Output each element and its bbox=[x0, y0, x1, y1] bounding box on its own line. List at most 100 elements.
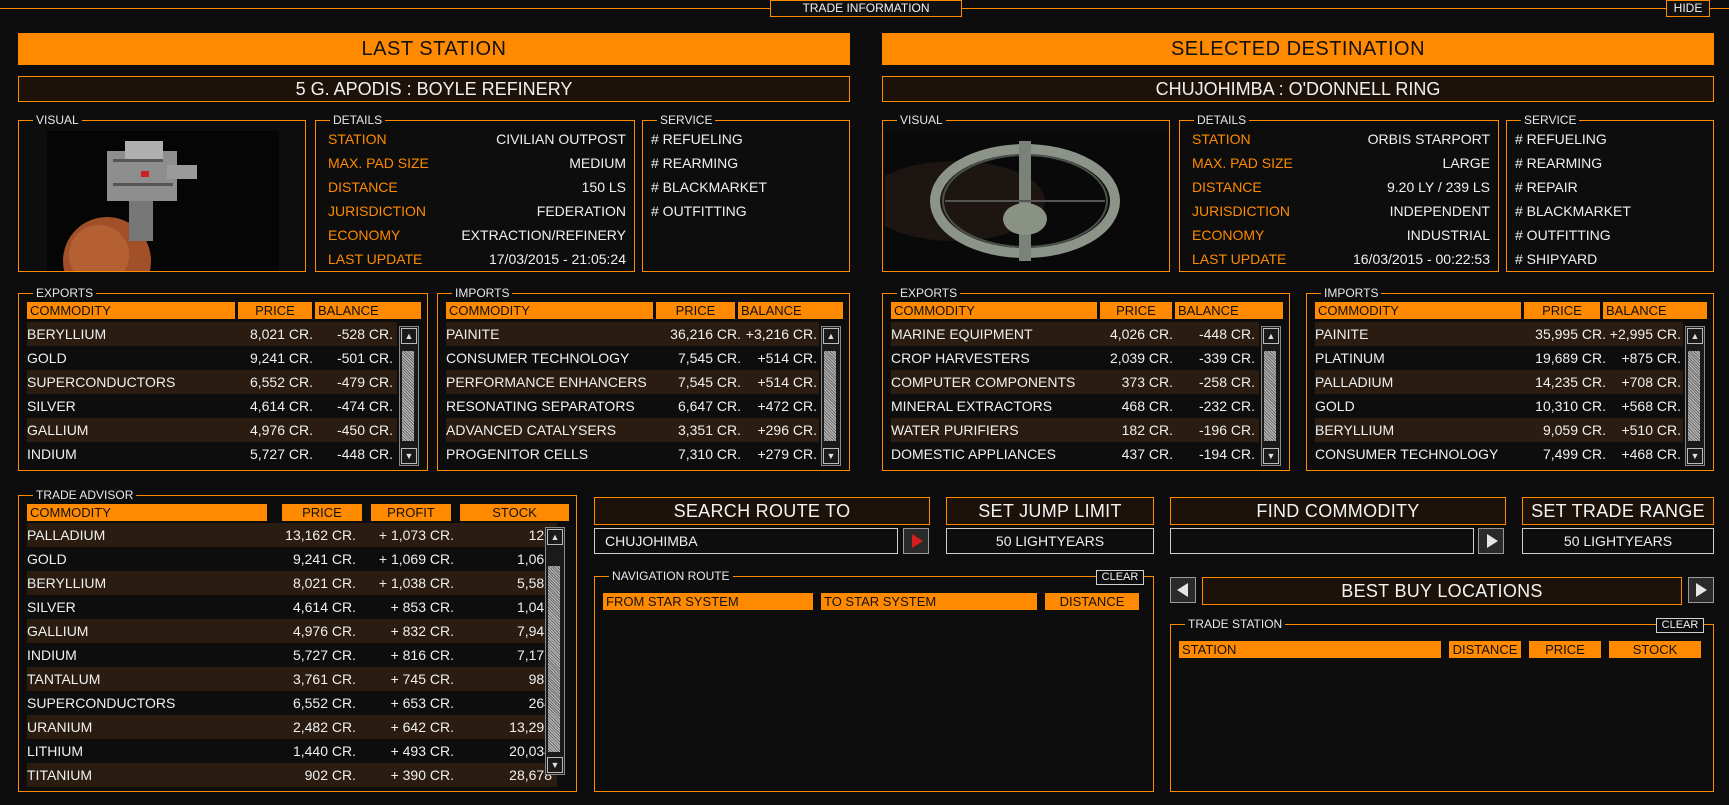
exports-scrollbar[interactable]: ▲ ▼ bbox=[399, 326, 419, 466]
find-commodity-go-button[interactable] bbox=[1478, 528, 1504, 554]
jump-limit-input[interactable]: 50 LIGHTYEARS bbox=[946, 528, 1154, 554]
detail-row-station: STATION CIVILIAN OUTPOST bbox=[328, 131, 626, 147]
last-station-header: LAST STATION bbox=[18, 33, 850, 65]
details-label: DETAILS bbox=[330, 113, 386, 127]
imports-label: IMPORTS bbox=[452, 286, 513, 300]
table-row[interactable]: PERFORMANCE ENHANCERS 7,545 CR. +514 CR. bbox=[446, 370, 819, 394]
service-item: # OUTFITTING bbox=[651, 203, 747, 219]
table-row[interactable]: URANIUM 2,482 CR. + 642 CR. 13,292 bbox=[27, 715, 557, 739]
window-title: TRADE INFORMATION bbox=[770, 0, 962, 17]
table-row[interactable]: GOLD 10,310 CR. +568 CR. bbox=[1315, 394, 1683, 418]
exports-label: EXPORTS bbox=[33, 286, 97, 300]
detail-row-station: STATION ORBIS STARPORT bbox=[1192, 131, 1490, 147]
table-row[interactable]: GALLIUM 4,976 CR. -450 CR. bbox=[27, 418, 397, 442]
table-row[interactable]: MARINE EQUIPMENT 4,026 CR. -448 CR. bbox=[891, 322, 1259, 346]
service-item: # BLACKMARKET bbox=[651, 179, 767, 195]
service-item: # SHIPYARD bbox=[1515, 251, 1598, 267]
scroll-down-icon[interactable]: ▼ bbox=[401, 448, 417, 464]
scroll-up-icon[interactable]: ▲ bbox=[547, 529, 563, 545]
set-jump-limit-button[interactable]: SET JUMP LIMIT bbox=[946, 497, 1154, 525]
table-row[interactable]: DOMESTIC APPLIANCES 437 CR. -194 CR. bbox=[891, 442, 1259, 466]
exports-label: EXPORTS bbox=[897, 286, 961, 300]
table-row[interactable]: PLATINUM 19,689 CR. +875 CR. bbox=[1315, 346, 1683, 370]
scroll-down-icon[interactable]: ▼ bbox=[547, 757, 563, 773]
table-row[interactable]: MINERAL EXTRACTORS 468 CR. -232 CR. bbox=[891, 394, 1259, 418]
table-row[interactable]: SILVER 4,614 CR. -474 CR. bbox=[27, 394, 397, 418]
exports-scrollbar[interactable]: ▲ ▼ bbox=[1261, 326, 1281, 466]
service-label: SERVICE bbox=[1521, 113, 1580, 127]
scroll-thumb[interactable] bbox=[1688, 351, 1700, 441]
scroll-thumb[interactable] bbox=[548, 566, 560, 752]
imports-scrollbar[interactable]: ▲ ▼ bbox=[1685, 326, 1705, 466]
table-row[interactable]: CONSUMER TECHNOLOGY 7,545 CR. +514 CR. bbox=[446, 346, 819, 370]
service-item: # REARMING bbox=[651, 155, 739, 171]
imports-scrollbar[interactable]: ▲ ▼ bbox=[821, 326, 841, 466]
table-row[interactable]: CONSUMER TECHNOLOGY 7,499 CR. +468 CR. bbox=[1315, 442, 1683, 466]
table-row[interactable]: PROGENITOR CELLS 7,310 CR. +279 CR. bbox=[446, 442, 819, 466]
trade-advisor-scrollbar[interactable]: ▲ ▼ bbox=[545, 527, 565, 775]
service-item: # REPAIR bbox=[1515, 179, 1578, 195]
table-row[interactable]: TITANIUM 902 CR. + 390 CR. 28,678 bbox=[27, 763, 557, 787]
table-row[interactable]: PALLADIUM 13,162 CR. + 1,073 CR. 120 bbox=[27, 523, 557, 547]
table-row[interactable]: SUPERCONDUCTORS 6,552 CR. + 653 CR. 264 bbox=[27, 691, 557, 715]
scroll-down-icon[interactable]: ▼ bbox=[823, 448, 839, 464]
table-row[interactable]: INDIUM 5,727 CR. -448 CR. bbox=[27, 442, 397, 466]
service-item: # REARMING bbox=[1515, 155, 1603, 171]
starport-image bbox=[865, 131, 1169, 271]
scroll-thumb[interactable] bbox=[402, 351, 414, 441]
best-buy-prev-button[interactable] bbox=[1170, 577, 1196, 603]
table-row[interactable]: TANTALUM 3,761 CR. + 745 CR. 987 bbox=[27, 667, 557, 691]
scroll-up-icon[interactable]: ▲ bbox=[401, 328, 417, 344]
detail-row-pad-size: MAX. PAD SIZE LARGE bbox=[1192, 155, 1490, 171]
trade-range-input[interactable]: 50 LIGHTYEARS bbox=[1522, 528, 1714, 554]
detail-row-pad-size: MAX. PAD SIZE MEDIUM bbox=[328, 155, 626, 171]
visual-label: VISUAL bbox=[897, 113, 946, 127]
table-row[interactable]: PAINITE 35,995 CR. +2,995 CR. bbox=[1315, 322, 1683, 346]
find-commodity-input[interactable] bbox=[1170, 528, 1474, 554]
search-route-go-button[interactable] bbox=[903, 528, 929, 554]
scroll-down-icon[interactable]: ▼ bbox=[1687, 448, 1703, 464]
play-icon bbox=[1487, 534, 1498, 548]
destination-service-panel: SERVICE # REFUELING # REARMING # REPAIR … bbox=[1506, 113, 1714, 272]
hide-button[interactable]: HIDE bbox=[1666, 0, 1710, 17]
last-imports-panel: IMPORTS COMMODITY PRICE BALANCE PAINITE 3… bbox=[437, 286, 850, 471]
trade-advisor-header: COMMODITY PRICE PROFIT STOCK bbox=[27, 504, 569, 521]
scroll-thumb[interactable] bbox=[824, 351, 836, 441]
search-route-button[interactable]: SEARCH ROUTE TO bbox=[594, 497, 930, 525]
scroll-thumb[interactable] bbox=[1264, 351, 1276, 441]
table-row[interactable]: SILVER 4,614 CR. + 853 CR. 1,041 bbox=[27, 595, 557, 619]
scroll-up-icon[interactable]: ▲ bbox=[1263, 328, 1279, 344]
table-row[interactable]: INDIUM 5,727 CR. + 816 CR. 7,175 bbox=[27, 643, 557, 667]
table-row[interactable]: CROP HARVESTERS 2,039 CR. -339 CR. bbox=[891, 346, 1259, 370]
table-row[interactable]: PALLADIUM 14,235 CR. +708 CR. bbox=[1315, 370, 1683, 394]
table-row[interactable]: PAINITE 36,216 CR. +3,216 CR. bbox=[446, 322, 819, 346]
table-row[interactable]: BERYLLIUM 8,021 CR. + 1,038 CR. 5,582 bbox=[27, 571, 557, 595]
table-row[interactable]: COMPUTER COMPONENTS 373 CR. -258 CR. bbox=[891, 370, 1259, 394]
scroll-up-icon[interactable]: ▲ bbox=[1687, 328, 1703, 344]
table-row[interactable]: RESONATING SEPARATORS 6,647 CR. +472 CR. bbox=[446, 394, 819, 418]
table-row[interactable]: GOLD 9,241 CR. + 1,069 CR. 1,066 bbox=[27, 547, 557, 571]
find-commodity-button[interactable]: FIND COMMODITY bbox=[1170, 497, 1506, 525]
table-row[interactable]: LITHIUM 1,440 CR. + 493 CR. 20,034 bbox=[27, 739, 557, 763]
set-trade-range-button[interactable]: SET TRADE RANGE bbox=[1522, 497, 1714, 525]
scroll-up-icon[interactable]: ▲ bbox=[823, 328, 839, 344]
scroll-down-icon[interactable]: ▼ bbox=[1263, 448, 1279, 464]
trade-station-clear-button[interactable]: CLEAR bbox=[1656, 618, 1704, 633]
search-route-input[interactable]: CHUJOHIMBA bbox=[594, 528, 898, 554]
table-row[interactable]: ADVANCED CATALYSERS 3,351 CR. +296 CR. bbox=[446, 418, 819, 442]
play-red-icon bbox=[912, 534, 923, 548]
dest-imports-panel: IMPORTS COMMODITY PRICE BALANCE PAINITE 3… bbox=[1306, 286, 1714, 471]
service-item: # OUTFITTING bbox=[1515, 227, 1611, 243]
arrow-left-icon bbox=[1177, 583, 1188, 597]
table-row[interactable]: BERYLLIUM 8,021 CR. -528 CR. bbox=[27, 322, 397, 346]
best-buy-next-button[interactable] bbox=[1688, 577, 1714, 603]
table-row[interactable]: GALLIUM 4,976 CR. + 832 CR. 7,946 bbox=[27, 619, 557, 643]
station-image bbox=[47, 131, 279, 305]
table-row[interactable]: WATER PURIFIERS 182 CR. -196 CR. bbox=[891, 418, 1259, 442]
table-row[interactable]: BERYLLIUM 9,059 CR. +510 CR. bbox=[1315, 418, 1683, 442]
trade-station-label: TRADE STATION bbox=[1185, 617, 1286, 631]
imports-label: IMPORTS bbox=[1321, 286, 1382, 300]
table-row[interactable]: SUPERCONDUCTORS 6,552 CR. -479 CR. bbox=[27, 370, 397, 394]
nav-clear-button[interactable]: CLEAR bbox=[1096, 570, 1144, 585]
table-row[interactable]: GOLD 9,241 CR. -501 CR. bbox=[27, 346, 397, 370]
